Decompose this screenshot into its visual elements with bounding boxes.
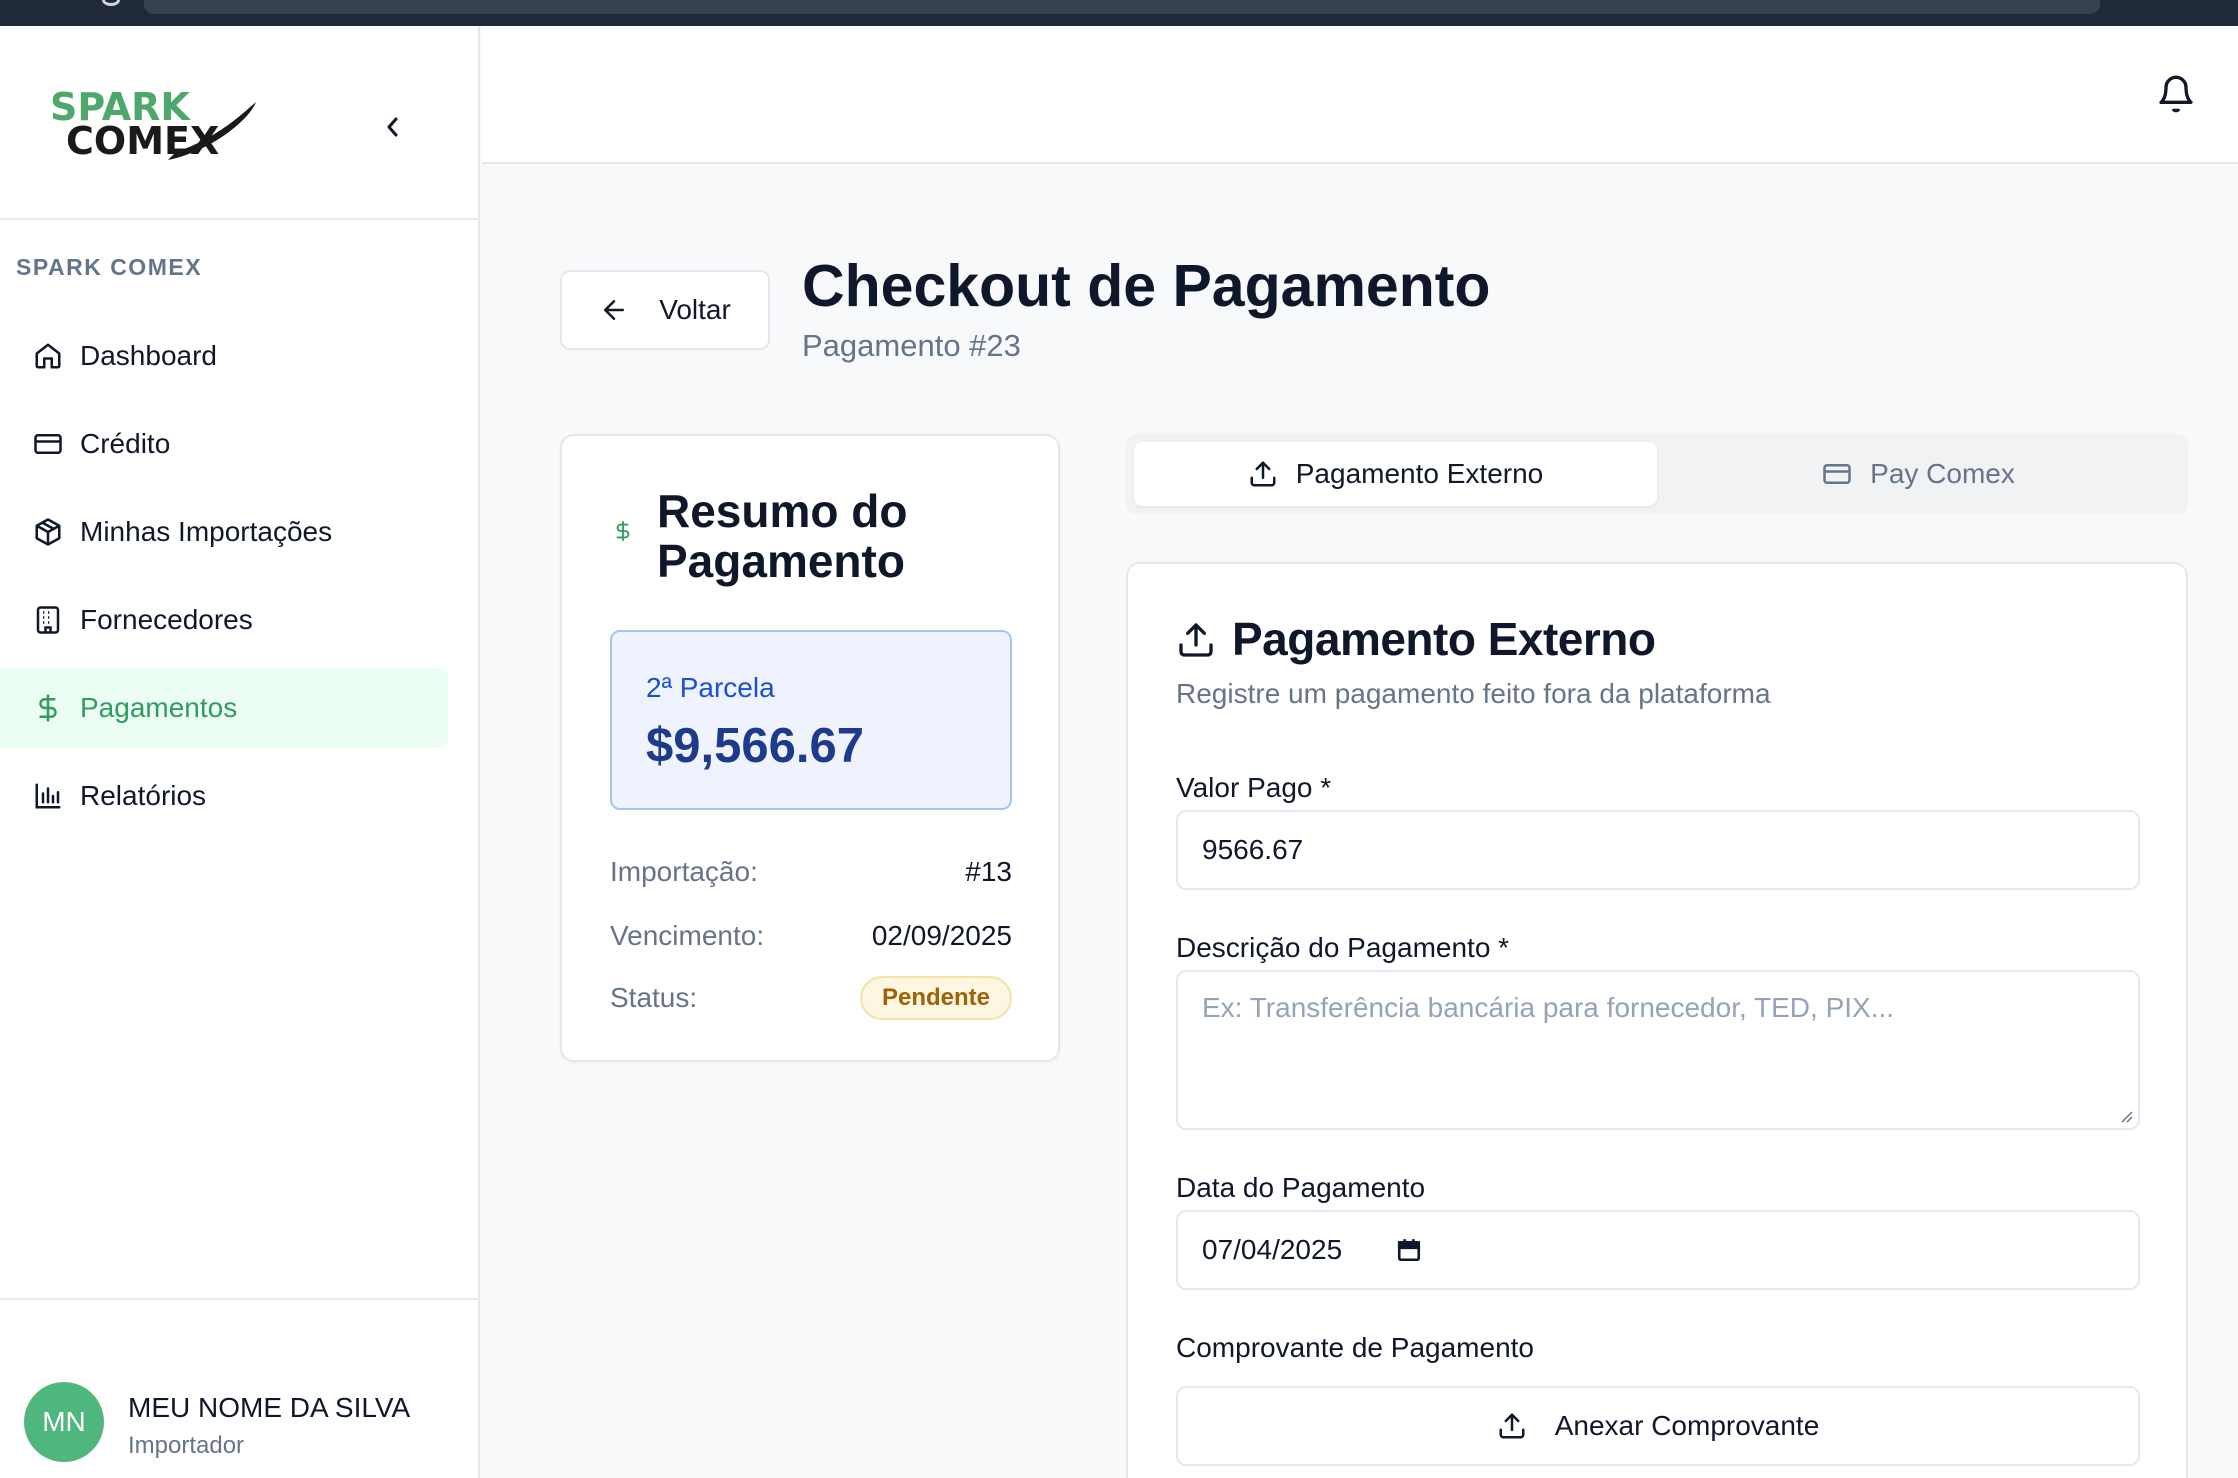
dollar-icon (612, 516, 634, 554)
credit-card-icon (32, 428, 64, 460)
bar-chart-icon (32, 780, 64, 812)
sidebar-item-label: Pagamentos (80, 692, 238, 723)
sidebar-item-pagamentos[interactable]: Pagamentos (0, 668, 448, 748)
address-bar[interactable] (144, 0, 2100, 14)
tab-label: Pagamento Externo (1295, 458, 1544, 489)
spark-comex-logo[interactable]: SPARK COMEX (48, 82, 262, 174)
package-icon (32, 516, 64, 548)
home-icon (32, 340, 64, 372)
credit-card-icon (1823, 464, 1851, 484)
detail-value: #13 (965, 856, 1012, 887)
chevron-left-icon (387, 117, 398, 137)
attach-button-label: Anexar Comprovante (1554, 1410, 1820, 1441)
sidebar-item-relatorios[interactable]: Relatórios (0, 756, 448, 836)
reload-icon[interactable] (102, 0, 120, 6)
external-payment-form: Pagamento Externo Registre um pagamento … (1126, 562, 2188, 1478)
logo-bottom-text: COMEX (66, 119, 219, 163)
payment-summary-card: Resumo do Pagamento 2ª Parcela $9,566.67… (560, 434, 1060, 1062)
detail-row-importacao: Importação: #13 (610, 856, 1012, 888)
installment-label: 2ª Parcela (646, 672, 775, 703)
description-label: Descrição do Pagamento * (1176, 932, 1510, 963)
upload-icon (1250, 461, 1276, 487)
back-button[interactable]: Voltar (560, 270, 770, 350)
page-subtitle: Pagamento #23 (802, 328, 1021, 363)
tab-label: Pay Comex (1870, 458, 2015, 489)
installment-amount: $9,566.67 (646, 719, 864, 773)
building-icon (32, 604, 64, 636)
arrow-left-icon (604, 300, 625, 320)
upload-icon (1499, 1413, 1525, 1439)
sidebar-item-importacoes[interactable]: Minhas Importações (0, 492, 448, 572)
date-value: 07/04/2025 (1202, 1234, 1343, 1265)
description-textarea[interactable]: Ex: Transferência bancária para forneced… (1176, 970, 2140, 1130)
user-name: MEU NOME DA SILVA (128, 1392, 411, 1423)
browser-toolbar (0, 0, 2238, 26)
bell-icon[interactable] (2156, 74, 2196, 114)
upload-icon (1179, 623, 1213, 657)
tab-pay-comex[interactable]: Pay Comex (1657, 442, 2180, 506)
detail-row-status: Status: Pendente (610, 976, 1012, 1020)
dollar-icon (32, 692, 64, 724)
user-profile[interactable]: MN MEU NOME DA SILVA Importador (0, 1298, 478, 1478)
sidebar-item-label: Relatórios (80, 780, 207, 811)
detail-value: 02/09/2025 (871, 920, 1012, 951)
sidebar-item-label: Dashboard (80, 340, 217, 371)
summary-title: Resumo do Pagamento (657, 485, 908, 587)
status-badge: Pendente (859, 976, 1012, 1020)
back-button-label: Voltar (659, 294, 731, 325)
description-placeholder: Ex: Transferência bancária para forneced… (1202, 992, 1895, 1023)
calendar-icon[interactable] (1396, 1237, 1422, 1263)
receipt-label: Comprovante de Pagamento (1176, 1332, 1534, 1363)
amount-input[interactable]: 9566.67 (1176, 810, 2140, 890)
sidebar-item-label: Fornecedores (80, 604, 253, 635)
sidebar-item-credito[interactable]: Crédito (0, 404, 448, 484)
date-input[interactable]: 07/04/2025 (1176, 1210, 2140, 1290)
form-subtitle: Registre um pagamento feito fora da plat… (1176, 678, 1771, 709)
sidebar-section-label: SPARK COMEX (16, 254, 203, 280)
form-title: Pagamento Externo (1232, 613, 1656, 665)
sidebar-item-label: Minhas Importações (80, 516, 333, 547)
page-title: Checkout de Pagamento (802, 253, 1491, 319)
installment-amount-box: 2ª Parcela $9,566.67 (610, 630, 1012, 810)
user-role: Importador (128, 1432, 245, 1459)
sidebar-item-label: Crédito (80, 428, 171, 459)
sidebar-item-fornecedores[interactable]: Fornecedores (0, 580, 448, 660)
date-label: Data do Pagamento (1176, 1172, 1426, 1203)
resize-handle-icon[interactable] (2118, 1108, 2134, 1124)
sidebar-header: SPARK COMEX (0, 26, 478, 220)
sidebar-item-dashboard[interactable]: Dashboard (0, 316, 448, 396)
detail-key: Vencimento: (610, 920, 765, 951)
attach-receipt-button[interactable]: Anexar Comprovante (1176, 1386, 2140, 1466)
payment-method-tabs: Pagamento Externo Pay Comex (1126, 434, 2188, 514)
collapse-sidebar-button[interactable] (372, 106, 414, 148)
detail-row-vencimento: Vencimento: 02/09/2025 (610, 920, 1012, 952)
detail-key: Status: (610, 982, 698, 1013)
tab-pagamento-externo[interactable]: Pagamento Externo (1134, 442, 1657, 506)
detail-key: Importação: (610, 856, 758, 887)
sidebar: SPARK COMEX SPARK COMEX Dashboard Crédit… (0, 26, 480, 1478)
topbar (482, 26, 2238, 164)
sidebar-nav: Dashboard Crédito Minhas Importações For… (0, 316, 448, 844)
amount-label: Valor Pago * (1176, 772, 1332, 803)
avatar[interactable]: MN (24, 1382, 104, 1462)
